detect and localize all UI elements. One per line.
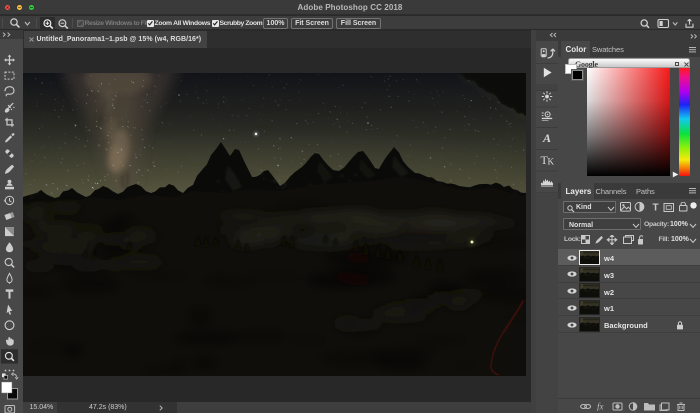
svg-text:K: K: [548, 156, 555, 166]
svg-text:A: A: [542, 131, 551, 145]
svg-text:fx: fx: [597, 402, 604, 411]
svg-text:T: T: [653, 202, 659, 213]
